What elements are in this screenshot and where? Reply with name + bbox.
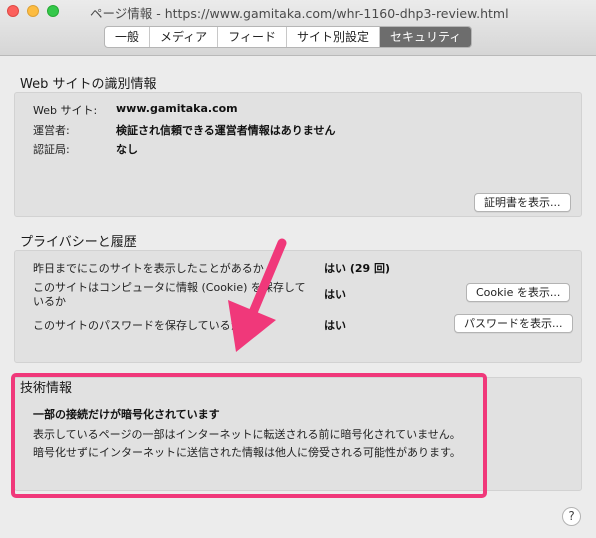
view-cookies-button[interactable]: Cookie を表示... <box>466 283 571 302</box>
tab-feeds[interactable]: フィード <box>218 27 287 47</box>
owner-value: 検証され信頼できる運営者情報はありません <box>116 124 336 137</box>
view-certificate-button[interactable]: 証明書を表示... <box>474 193 571 212</box>
close-window-button[interactable] <box>7 5 19 17</box>
website-label: Web サイト: <box>33 104 98 117</box>
annotation-highlight-box <box>11 373 487 498</box>
website-value: www.gamitaka.com <box>116 102 238 115</box>
password-question: このサイトのパスワードを保存しているか <box>33 319 242 332</box>
tab-media[interactable]: メディア <box>150 27 219 47</box>
cookie-answer: はい <box>324 288 346 301</box>
cookie-question-line2: いるか <box>33 295 66 308</box>
minimize-window-button[interactable] <box>27 5 39 17</box>
tab-security[interactable]: セキュリティ <box>379 27 472 47</box>
tab-site-settings[interactable]: サイト別設定 <box>287 27 380 47</box>
help-button[interactable]: ? <box>562 507 581 526</box>
identity-panel: Web サイト: www.gamitaka.com 運営者: 検証され信頼できる… <box>14 92 582 217</box>
identity-section-title: Web サイトの識別情報 <box>20 77 157 92</box>
privacy-panel: 昨日までにこのサイトを表示したことがあるか はい (29 回) このサイトはコン… <box>14 250 582 363</box>
view-passwords-button[interactable]: パスワードを表示... <box>454 314 573 333</box>
cookie-question-line1: このサイトはコンピュータに情報 (Cookie) を保存して <box>33 281 306 294</box>
privacy-section-title: プライバシーと履歴 <box>20 235 137 250</box>
tab-general[interactable]: 一般 <box>105 27 151 47</box>
zoom-window-button[interactable] <box>47 5 59 17</box>
owner-label: 運営者: <box>33 124 70 137</box>
verifier-label: 認証局: <box>33 143 70 156</box>
tab-bar: 一般 メディア フィード サイト別設定 セキュリティ <box>104 26 473 48</box>
visited-before-question: 昨日までにこのサイトを表示したことがあるか <box>33 262 264 275</box>
visited-before-answer: はい (29 回) <box>324 262 391 275</box>
window-title: ページ情報 - https://www.gamitaka.com/whr-116… <box>90 6 509 21</box>
password-answer: はい <box>324 319 346 332</box>
verifier-value: なし <box>116 143 138 156</box>
title-bar: ページ情報 - https://www.gamitaka.com/whr-116… <box>0 0 596 56</box>
